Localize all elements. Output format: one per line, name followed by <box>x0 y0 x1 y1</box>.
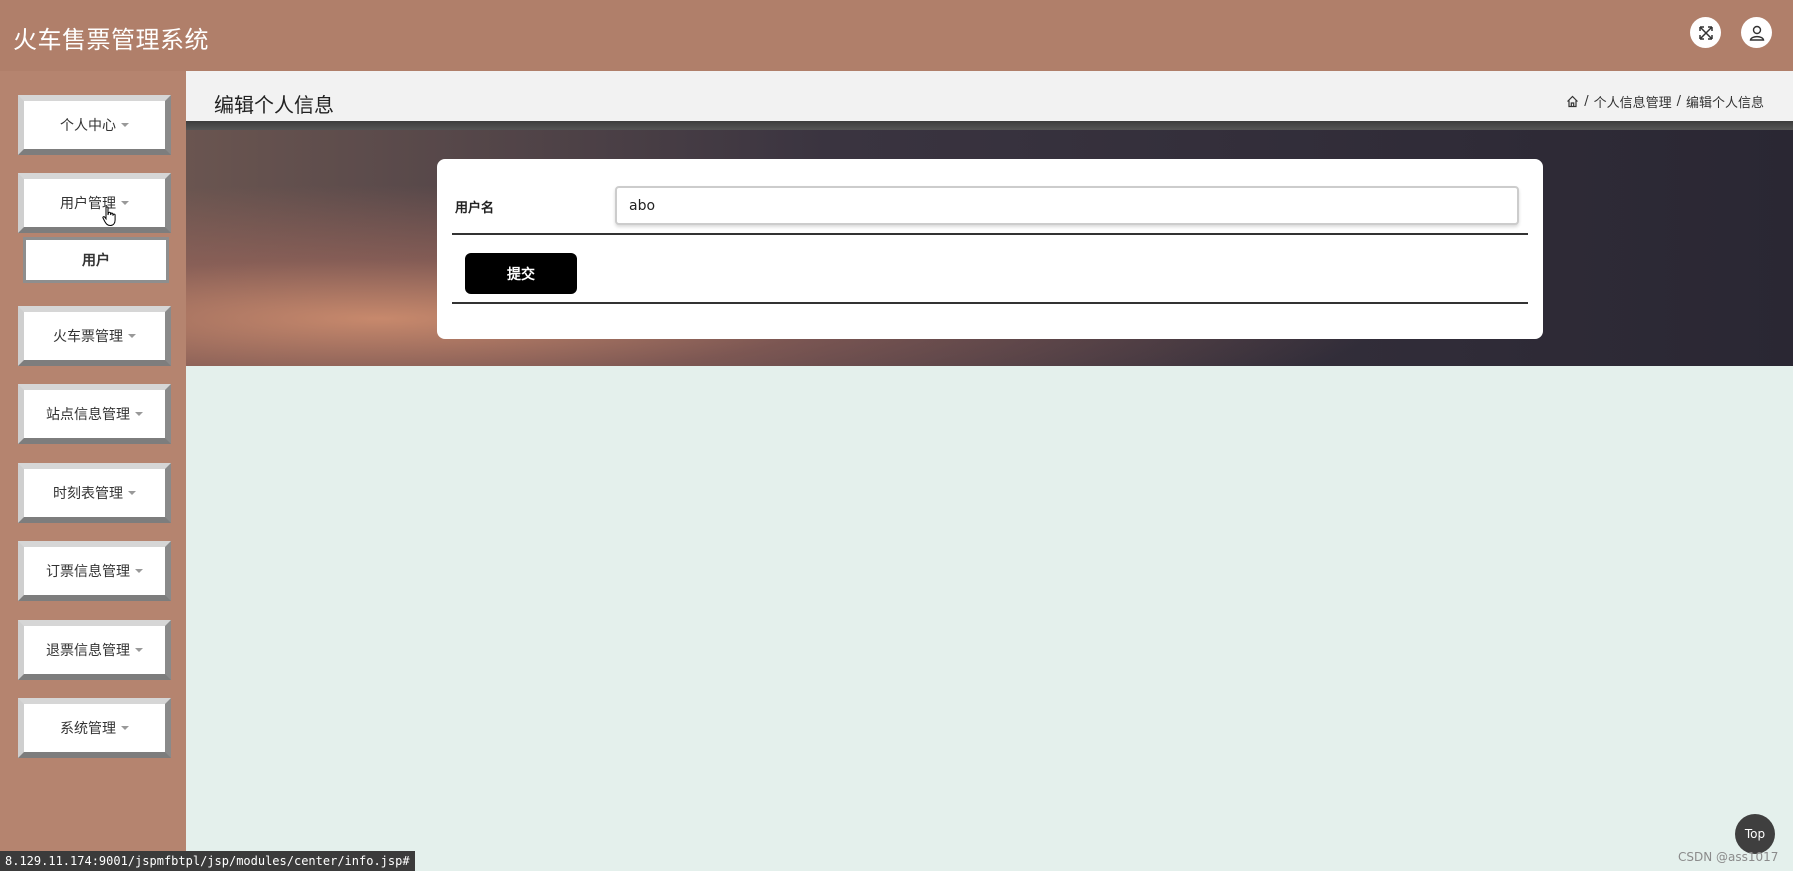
app-title: 火车售票管理系统 <box>13 26 209 54</box>
expand-arrows-icon <box>1698 25 1713 40</box>
caret-down-icon <box>128 334 136 338</box>
caret-down-icon <box>121 201 129 205</box>
sidebar-item-label: 系统管理 <box>60 721 116 737</box>
top-header: 火车售票管理系统 <box>0 0 1793 71</box>
sidebar-item-label: 站点信息管理 <box>46 407 130 423</box>
page-header: 编辑个人信息 / 个人信息管理 / 编辑个人信息 <box>186 71 1793 121</box>
page-title: 编辑个人信息 <box>214 93 334 117</box>
sidebar-item-label: 退票信息管理 <box>46 643 130 659</box>
header-divider <box>186 121 1793 130</box>
sidebar-item-refund-management[interactable]: 退票信息管理 <box>18 620 171 680</box>
submit-button[interactable]: 提交 <box>465 253 577 294</box>
form-divider <box>452 302 1528 304</box>
caret-down-icon <box>135 412 143 416</box>
sidebar-item-user-management[interactable]: 用户管理 <box>18 173 171 233</box>
hand-cursor-icon <box>102 206 116 227</box>
user-menu-button[interactable] <box>1741 17 1772 48</box>
breadcrumb-item-current: 编辑个人信息 <box>1685 96 1764 111</box>
caret-down-icon <box>135 648 143 652</box>
sidebar-item-personal-center[interactable]: 个人中心 <box>18 95 171 155</box>
watermark: CSDN @ass1017 <box>1678 850 1779 864</box>
sidebar-item-ticket-management[interactable]: 火车票管理 <box>18 306 171 366</box>
caret-down-icon <box>121 123 129 127</box>
breadcrumb-separator: / <box>1584 94 1589 109</box>
form-divider <box>452 233 1528 235</box>
fullscreen-button[interactable] <box>1690 17 1721 48</box>
sidebar-item-station-management[interactable]: 站点信息管理 <box>18 384 171 444</box>
back-to-top-button[interactable]: Top <box>1735 814 1775 854</box>
sidebar-item-label: 时刻表管理 <box>53 486 123 502</box>
sidebar-item-label: 火车票管理 <box>53 329 123 345</box>
sidebar: 个人中心 用户管理 用户 火车票管理 站点信息管理 时刻表管理 订票信息管理 退… <box>0 71 186 871</box>
home-icon[interactable] <box>1566 95 1579 108</box>
username-label: 用户名 <box>455 201 495 216</box>
user-icon <box>1749 25 1764 41</box>
status-url-bar: 8.129.11.174:9001/jspmfbtpl/jsp/modules/… <box>0 851 415 871</box>
edit-profile-form: 用户名 提交 <box>437 159 1543 339</box>
breadcrumb-separator: / <box>1676 94 1681 109</box>
sidebar-item-booking-management[interactable]: 订票信息管理 <box>18 541 171 601</box>
username-input[interactable] <box>615 186 1519 225</box>
sidebar-item-timetable-management[interactable]: 时刻表管理 <box>18 463 171 523</box>
caret-down-icon <box>128 491 136 495</box>
caret-down-icon <box>135 569 143 573</box>
sidebar-subitem-users[interactable]: 用户 <box>23 237 169 283</box>
sidebar-item-label: 个人中心 <box>60 118 116 134</box>
breadcrumb: / 个人信息管理 / 编辑个人信息 <box>1566 92 1764 111</box>
sidebar-item-label: 订票信息管理 <box>46 564 130 580</box>
sidebar-item-system-management[interactable]: 系统管理 <box>18 698 171 758</box>
breadcrumb-item[interactable]: 个人信息管理 <box>1594 92 1672 111</box>
caret-down-icon <box>121 726 129 730</box>
